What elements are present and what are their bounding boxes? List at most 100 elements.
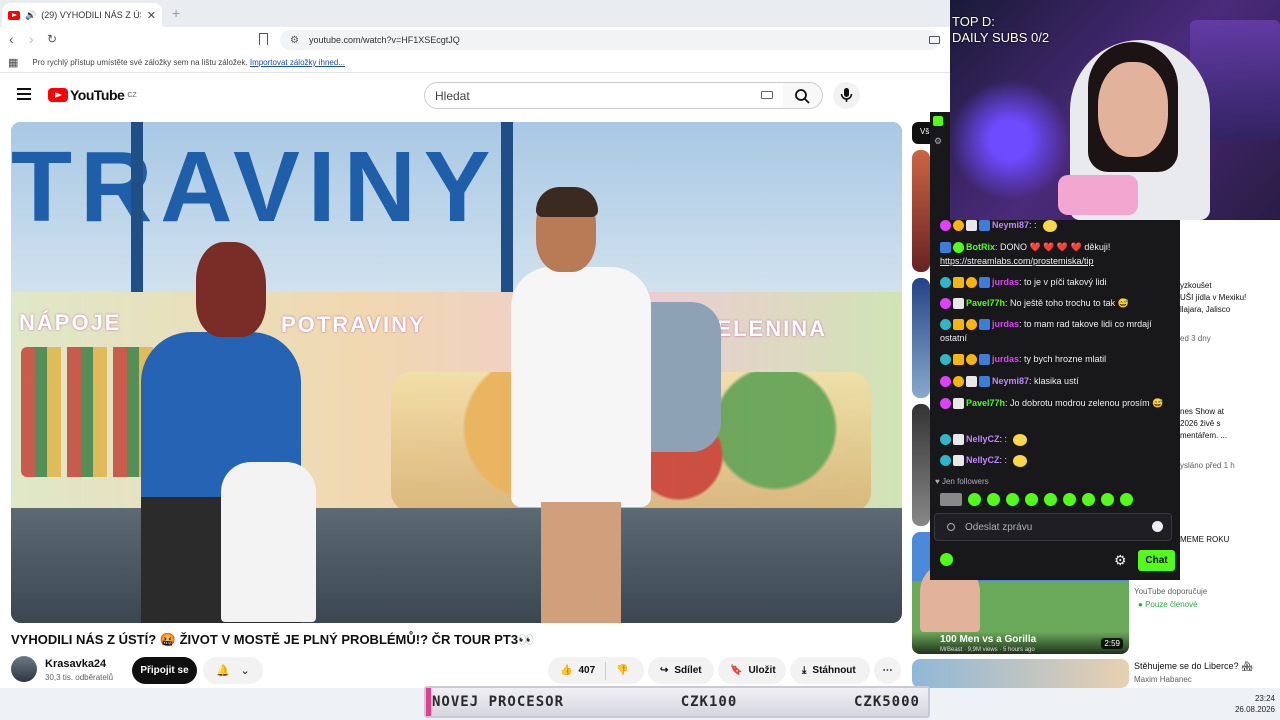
chat-username[interactable]: jurdas <box>992 354 1019 364</box>
emote-icon[interactable] <box>968 492 981 506</box>
microphone-icon <box>840 88 853 102</box>
import-bookmarks-link[interactable]: Importovat záložky ihned... <box>250 58 345 67</box>
donation-ticker: NOVEJ PROCESOR CZK100 CZK5000 <box>424 686 930 718</box>
dislike-icon[interactable]: 👎 <box>616 665 628 676</box>
emote-icon[interactable] <box>987 492 1000 506</box>
thumbnail-meta: MrBeast · 9,9M views · 5 hours ago <box>940 647 1035 653</box>
share-button[interactable]: ↪ Sdílet <box>648 657 714 684</box>
blue-badge-icon <box>940 242 951 254</box>
emote-icon[interactable] <box>1082 492 1095 506</box>
emote-icon[interactable] <box>1044 492 1057 506</box>
video-person-man <box>511 187 721 623</box>
emote-icon[interactable] <box>940 492 962 506</box>
video-person-woman <box>141 242 316 623</box>
save-button[interactable]: 🔖 Uložit <box>718 657 786 684</box>
like-icon[interactable]: 👍 <box>560 665 572 676</box>
chat-emote-icon <box>1042 219 1057 232</box>
gold-badge-icon <box>966 277 977 289</box>
system-clock: 23:24 26.08.2026 <box>1234 694 1275 714</box>
chat-username[interactable]: Neymi87 <box>992 220 1029 230</box>
menu-icon[interactable] <box>17 88 31 100</box>
chevron-down-icon: ⌄ <box>240 665 250 677</box>
bookmark-star-icon[interactable] <box>259 33 268 45</box>
gold-badge-icon <box>953 220 964 232</box>
chat-username[interactable]: Pavel77h <box>966 398 1005 408</box>
blue-badge-icon <box>979 376 990 388</box>
sidebar-video-title[interactable]: MEME ROKU <box>1180 534 1280 546</box>
keyboard-icon[interactable] <box>761 91 773 99</box>
subscriber-count: 30,3 tis. odběratelů <box>45 673 114 682</box>
chat-send-button[interactable]: Chat <box>1138 550 1175 571</box>
sidebar-video-title[interactable]: Stěhujeme se do Liberce? 🏘 <box>1134 661 1253 672</box>
white-badge-icon <box>953 455 964 467</box>
emote-bar <box>940 490 1172 508</box>
chat-username[interactable]: jurdas <box>992 277 1019 287</box>
white-badge-icon <box>953 398 964 410</box>
channel-avatar[interactable] <box>11 656 37 682</box>
browser-tab[interactable]: 🔊 (29) VYHODILI NÁS Z ÚSTÍ? 🤬 ✕ <box>2 3 162 27</box>
chat-username[interactable]: jurdas <box>992 319 1019 329</box>
sidebar-thumbnail[interactable] <box>912 150 930 272</box>
cast-icon[interactable] <box>929 36 940 44</box>
reload-icon[interactable]: ↻ <box>47 32 57 46</box>
ticker-goal: CZK5000 <box>853 694 920 710</box>
chat-message: Neymi87: klasika ustí <box>940 374 1172 388</box>
gold-badge-icon <box>966 319 977 331</box>
chat-username[interactable]: NellyCZ <box>966 434 1000 444</box>
chat-message-input[interactable]: Odeslat zprávu <box>934 513 1172 541</box>
join-button[interactable]: Připojit se <box>132 657 197 684</box>
sidebar-thumbnail[interactable] <box>912 404 930 526</box>
gold-badge-icon <box>953 376 964 388</box>
chat-message: jurdas: to je v píči takový lidi <box>940 275 1172 289</box>
sidebar-thumbnail[interactable] <box>912 659 1129 688</box>
chat-username[interactable]: BotRix <box>966 242 995 252</box>
forward-icon[interactable]: › <box>29 31 34 47</box>
chat-link[interactable]: https://streamlabs.com/prostemiska/tip <box>940 256 1094 266</box>
share-icon: ↪ <box>660 665 669 676</box>
emote-icon[interactable] <box>1063 492 1076 506</box>
followers-only-label: ♥ Jen followers <box>935 477 989 486</box>
chat-message: NellyCZ: : <box>940 453 1172 467</box>
voice-search-button[interactable] <box>833 82 860 109</box>
kick-icon[interactable] <box>940 553 953 566</box>
search-button[interactable] <box>783 82 823 109</box>
emote-icon[interactable] <box>1025 492 1038 506</box>
back-icon[interactable]: ‹ <box>9 31 14 47</box>
gear-icon[interactable]: ⚙ <box>1114 552 1127 569</box>
sidebar-video-title[interactable]: yzkoušet UŠI jídla v Mexiku! llajara, Ja… <box>1180 280 1280 316</box>
notifications-button[interactable]: 🔔 ⌄ <box>203 657 263 684</box>
channel-name[interactable]: Krasavka24 <box>45 658 106 670</box>
emote-icon[interactable] <box>1120 492 1133 506</box>
bookmark-bar: ▦ Pro rychlý přístup umístěte své záložk… <box>0 53 950 73</box>
video-player[interactable]: TRAVINY NÁPOJE POTRAVINY ZELENINA <box>11 122 902 623</box>
youtube-logo[interactable]: YouTube CZ <box>48 87 137 103</box>
blue-badge-icon <box>979 354 990 366</box>
save-icon: 🔖 <box>730 665 743 676</box>
emote-icon[interactable] <box>1101 492 1114 506</box>
apps-grid-icon[interactable]: ▦ <box>8 56 18 69</box>
download-button[interactable]: ⤓ Stáhnout <box>790 657 870 684</box>
tab-audio-icon[interactable]: 🔊 <box>25 10 36 21</box>
site-info-icon[interactable]: ⚙ <box>290 35 299 46</box>
search-input[interactable]: Hledat <box>424 82 784 109</box>
new-tab-icon[interactable]: + <box>172 5 180 21</box>
chat-username[interactable]: Neymi87 <box>992 376 1029 386</box>
check-badge-icon <box>953 242 964 254</box>
sidebar-thumbnail[interactable] <box>912 278 930 398</box>
like-count[interactable]: 407 <box>578 665 595 676</box>
video-title: VYHODILI NÁS Z ÚSTÍ? 🤬 ŽIVOT V MOSTĚ JE … <box>11 632 535 647</box>
region-code: CZ <box>127 91 137 99</box>
members-only-badge: ● Pouze členové <box>1138 600 1198 609</box>
more-actions-button[interactable]: ⋯ <box>874 657 901 684</box>
filter-chip[interactable]: Vš <box>912 122 932 144</box>
chat-username[interactable]: NellyCZ <box>966 455 1000 465</box>
emote-icon[interactable] <box>1006 492 1019 506</box>
smiley-icon[interactable] <box>1152 521 1163 532</box>
sub-badge-icon <box>940 220 951 232</box>
chat-settings-icon[interactable]: ⚙ <box>934 136 942 147</box>
tab-close-icon[interactable]: ✕ <box>147 9 156 22</box>
url-field[interactable]: ⚙ youtube.com/watch?v=HF1XSEcgtJQ <box>280 30 940 50</box>
sidebar-video-title[interactable]: nes Show at 2026 živě s mentářem. ... <box>1180 406 1280 442</box>
chat-username[interactable]: Pavel77h <box>966 298 1005 308</box>
emote-picker-icon[interactable] <box>947 523 955 531</box>
